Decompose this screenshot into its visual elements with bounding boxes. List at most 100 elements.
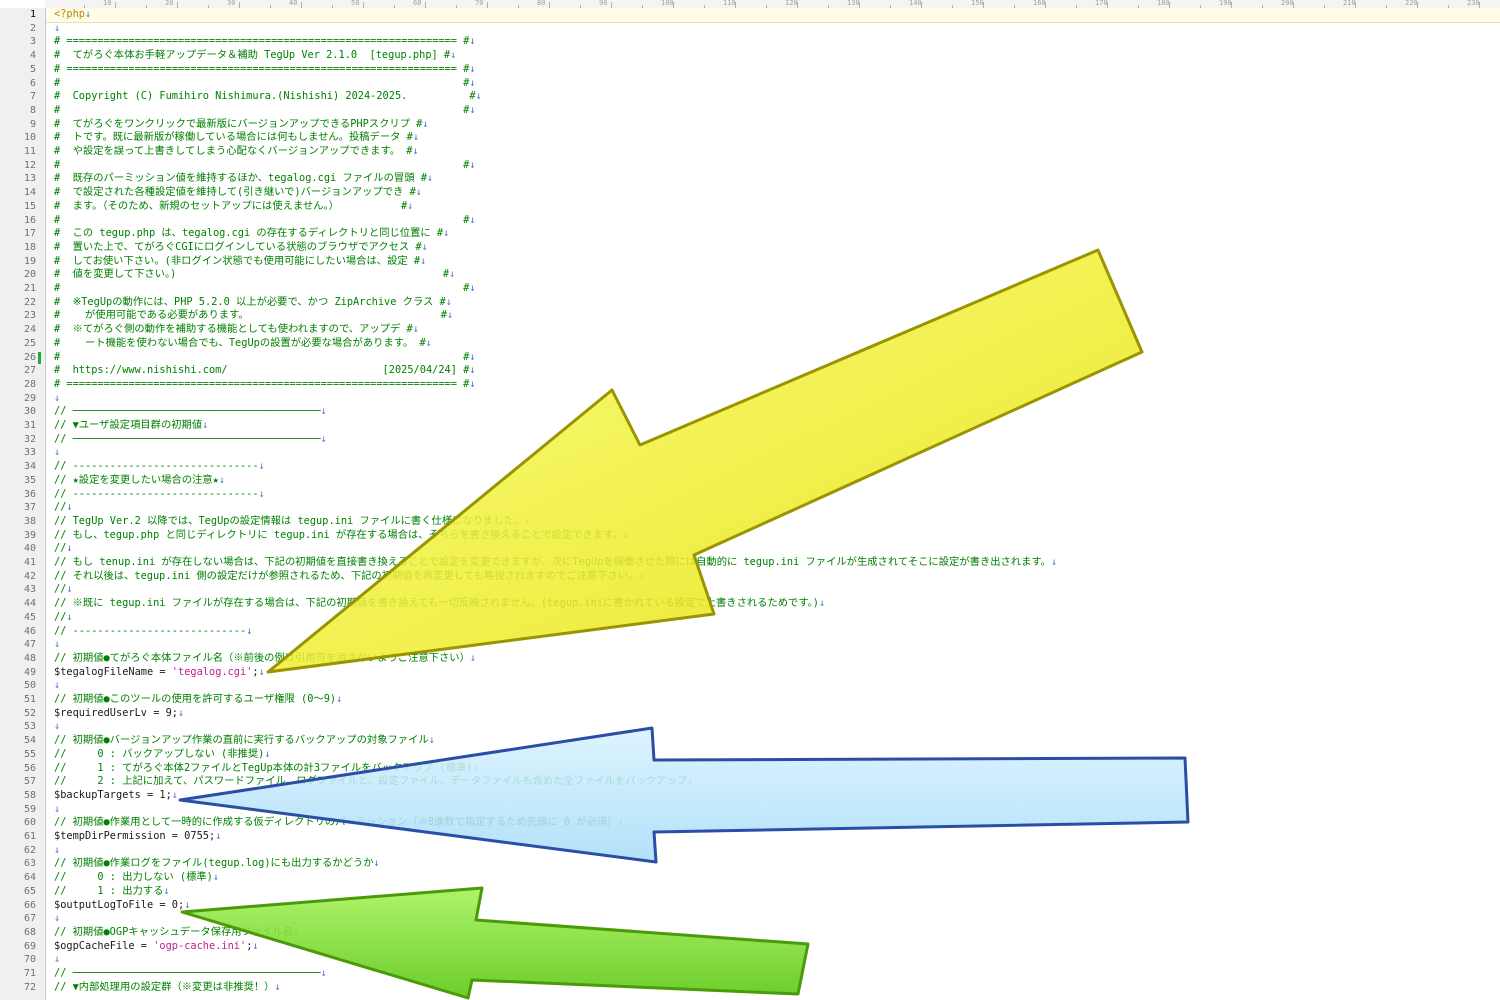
code-line[interactable]: 39 // もし、tegup.php と同じディレクトリに tegup.ini が…	[24, 529, 1500, 543]
code-text: # トです。既に最新版が稼働している場合には何もしません。投稿データ #↓	[54, 131, 419, 145]
code-line[interactable]: 55 // 0 : バックアップしない (非推奨)↓	[24, 748, 1500, 762]
code-line[interactable]: 52 $requiredUserLv = 9;↓	[24, 707, 1500, 721]
code-token: # #	[54, 350, 470, 363]
code-line[interactable]: 68 // 初期値●OGPキャッシュデータ保存用ファイル名↓	[24, 926, 1500, 940]
code-token: // 1 : 出力する	[54, 884, 164, 897]
code-line[interactable]: 20 # 値を変更して下さい。) #↓	[24, 268, 1500, 282]
ruler-label: 80	[537, 0, 546, 7]
code-line[interactable]: 11 # や設定を誤って上書きしてしまう心配なくバージョンアップできます。 #↓	[24, 145, 1500, 159]
code-line[interactable]: 66 $outputLogToFile = 0;↓	[24, 899, 1500, 913]
code-line[interactable]: 26 # #↓	[24, 350, 1500, 365]
code-line[interactable]: 58 $backupTargets = 1;↓	[24, 789, 1500, 803]
line-number: 58	[23, 789, 36, 801]
code-line[interactable]: 24 # ※てがろぐ側の動作を補助する機能としても使われますので、アップデ #↓	[24, 323, 1500, 337]
code-line[interactable]: 21 # #↓	[24, 282, 1500, 296]
code-line[interactable]: 41 // もし tenup.ini が存在しない場合は、下記の初期値を直接書き換…	[24, 556, 1500, 570]
code-line[interactable]: 27 # https://www.nishishi.com/ [2025/04/2…	[24, 364, 1500, 378]
code-line[interactable]: 42 // それ以後は、tegup.ini 側の設定だけが参照されるため、下記の初…	[24, 570, 1500, 584]
code-line[interactable]: 46 // ----------------------------↓	[24, 625, 1500, 639]
code-line[interactable]: 14 # で設定された各種設定値を維持して(引き継いで)バージョンアップでき #↓	[24, 186, 1500, 200]
code-line[interactable]: 44 // ※既に tegup.ini ファイルが存在する場合は、下記の初期値を書…	[24, 597, 1500, 611]
line-number: 44	[23, 598, 36, 610]
code-line[interactable]: 12 # #↓	[24, 159, 1500, 173]
code-line[interactable]: 25 # ート機能を使わない場合でも、TegUpの設置が必要な場合があります。 #…	[24, 336, 1500, 351]
code-line[interactable]: 22 # ※TegUpの動作には、PHP 5.2.0 以上が必要で、かつ ZipA…	[24, 296, 1500, 310]
code-line[interactable]: 35 // ★設定を変更したい場合の注意★↓	[24, 474, 1500, 488]
code-line[interactable]: 70 ↓	[24, 953, 1500, 967]
code-line[interactable]: 67 ↓	[24, 912, 1500, 926]
code-line[interactable]: 16 # #↓	[24, 213, 1500, 228]
code-line[interactable]: 15 # ます。（そのため、新規のセットアップには使えません。） #↓	[24, 200, 1500, 214]
code-line[interactable]: 13 # 既存のパーミッション値を維持するほか、tegalog.cgi ファイルの…	[24, 172, 1500, 186]
line-number: 37	[23, 502, 36, 514]
eol-mark: ↓	[469, 651, 477, 664]
code-line[interactable]: 47 ↓	[24, 638, 1500, 652]
code-text: ↓	[54, 446, 60, 460]
code-line[interactable]: 45 //↓	[24, 611, 1500, 625]
code-line[interactable]: 9 # てがろぐをワンクリックで最新版にバージョンアップできるPHPスクリプ #↓	[30, 118, 1500, 132]
line-number: 11	[23, 146, 36, 157]
line-number: 17	[23, 228, 36, 240]
code-line[interactable]: 57 // 2 : 上記に加えて、パスワードファイル、ログファイルと、設定ファイル…	[24, 775, 1500, 789]
code-token: // TegUp Ver.2 以降では、TegUpの設定情報は tegup.in…	[54, 514, 525, 527]
code-line[interactable]: 3 # =====================================…	[30, 35, 1500, 49]
code-line[interactable]: 23 # が使用可能である必要があります。 #↓	[24, 309, 1500, 323]
line-number: 12	[23, 159, 36, 171]
code-line[interactable]: 37 //↓	[24, 501, 1500, 515]
code-token: // ─────────────────────────────────────…	[54, 405, 321, 418]
code-line[interactable]: 6 # #↓	[30, 77, 1500, 91]
eol-mark: ↓	[415, 186, 422, 199]
line-number: 23	[23, 310, 36, 322]
code-line[interactable]: 62 ↓	[24, 844, 1500, 858]
code-token: # ート機能を使わない場合でも、TegUpの設置が必要な場合があります。 #	[54, 336, 426, 349]
code-line[interactable]: 28 # ====================================…	[24, 377, 1500, 392]
code-line[interactable]: 31 // ▼ユーザ設定項目群の初期値↓	[24, 419, 1500, 433]
code-line[interactable]: 69 $ogpCacheFile = 'ogp-cache.ini';↓	[24, 940, 1500, 954]
code-line[interactable]: 63 // 初期値●作業ログをファイル(tegup.log)にも出力するかどうか↓	[24, 857, 1500, 871]
ruler-label: 230	[1467, 0, 1480, 7]
line-number: 18	[23, 241, 36, 253]
code-line[interactable]: 36 // ------------------------------↓	[24, 488, 1500, 502]
code-line[interactable]: 30 // ───────────────────────────────────…	[24, 405, 1500, 419]
line-number: 32	[23, 433, 36, 445]
code-line[interactable]: 29 ↓	[24, 392, 1500, 406]
code-line[interactable]: 17 # この tegup.php は、tegalog.cgi の存在するディレク…	[24, 227, 1500, 241]
code-line[interactable]: 54 // 初期値●バージョンアップ作業の直前に実行するバックアップの対象ファイル…	[24, 734, 1500, 748]
code-line[interactable]: 50 ↓	[24, 679, 1500, 693]
code-line[interactable]: 4 # てがろぐ本体お手軽アップデータ＆補助 TegUp Ver 2.1.0 [t…	[30, 49, 1500, 63]
eol-mark: ↓	[469, 213, 476, 226]
code-editor[interactable]: 1 <?php↓ 2 ↓ 3 # ============================…	[24, 8, 1500, 1000]
code-line[interactable]: 32 // ───────────────────────────────────…	[24, 433, 1500, 447]
code-line[interactable]: 65 // 1 : 出力する↓	[24, 884, 1500, 899]
code-line[interactable]: 56 // 1 : てがろぐ本体2ファイルとTegUp本体の計3ファイルをバックア…	[24, 762, 1500, 776]
line-number: 39	[23, 529, 36, 541]
code-line[interactable]: 48 // 初期値●てがろぐ本体ファイル名（※前後の例は引用符を消さないようご注意…	[24, 651, 1500, 666]
code-line[interactable]: 51 // 初期値●このツールの使用を許可するユーザ権限 (0〜9)↓	[24, 693, 1500, 707]
line-number: 35	[23, 474, 36, 486]
code-line[interactable]: 71 // ───────────────────────────────────…	[24, 967, 1500, 981]
code-line[interactable]: 10 # トです。既に最新版が稼働している場合には何もしません。投稿データ #↓	[24, 131, 1500, 145]
code-line[interactable]: 40 //↓	[24, 542, 1500, 556]
code-line[interactable]: 59 ↓	[24, 803, 1500, 817]
code-token: //	[54, 501, 67, 514]
code-line[interactable]: 33 ↓	[24, 446, 1500, 460]
code-line[interactable]: 49 $tegalogFileName = 'tegalog.cgi';↓	[24, 666, 1500, 680]
code-line[interactable]: 43 //↓	[24, 583, 1500, 597]
code-line[interactable]: 53 ↓	[24, 720, 1500, 734]
code-line[interactable]: 8 # #↓	[30, 104, 1500, 118]
code-line[interactable]: 60 // 初期値●作業用として一時的に作成する仮ディレクトリのパーミッション（※…	[24, 816, 1500, 830]
code-line[interactable]: 1 <?php↓	[30, 8, 1500, 23]
code-line[interactable]: 7 # Copyright (C) Fumihiro Nishimura.(Nis…	[30, 90, 1500, 104]
code-line[interactable]: 18 # 置いた上で、てがろぐCGIにログインしている状態のブラウザでアクセス #…	[24, 241, 1500, 255]
code-line[interactable]: 2 ↓	[30, 22, 1500, 36]
eol-mark: ↓	[524, 514, 531, 527]
code-line[interactable]: 72 // ▼内部処理用の設定群（※変更は非推奨！）↓	[24, 981, 1500, 995]
code-line[interactable]: 64 // 0 : 出力しない (標準)↓	[24, 871, 1500, 885]
ruler-label: 130	[847, 0, 860, 7]
code-line[interactable]: 38 // TegUp Ver.2 以降では、TegUpの設定情報は tegup.…	[24, 514, 1500, 529]
code-line[interactable]: 61 $tempDirPermission = 0755;↓	[24, 830, 1500, 844]
code-line[interactable]: 34 // ------------------------------↓	[24, 460, 1500, 474]
code-line[interactable]: 19 # してお使い下さい。(非ログイン状態でも使用可能にしたい場合は、設定 #↓	[24, 255, 1500, 269]
code-line[interactable]: 5 # =====================================…	[30, 63, 1500, 77]
code-token: # ======================================…	[54, 377, 470, 390]
